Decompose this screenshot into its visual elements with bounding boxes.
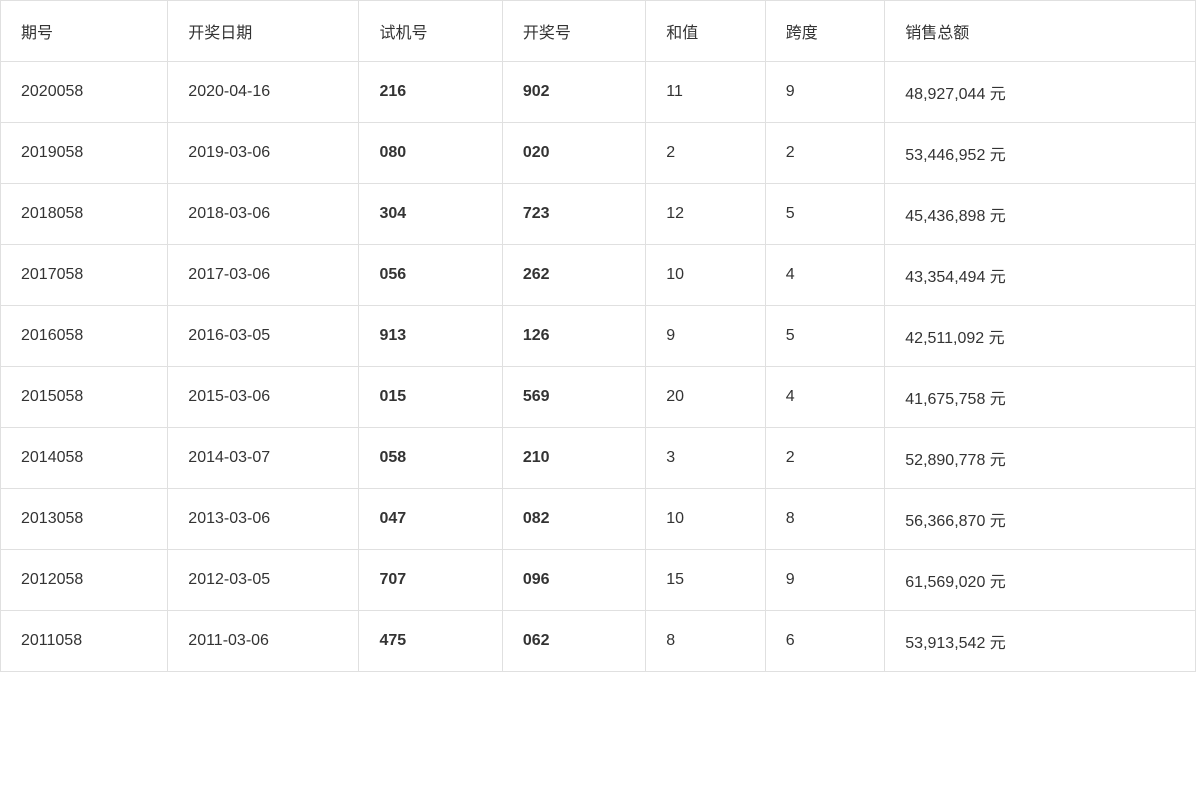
cell-hezhi: 8 xyxy=(646,611,766,672)
table-row: 20130582013-03-0604708210856,366,870 元 xyxy=(1,489,1196,550)
cell-qihao: 2019058 xyxy=(1,123,168,184)
cell-kaijanghao: 082 xyxy=(502,489,645,550)
cell-kaijanghao: 096 xyxy=(502,550,645,611)
cell-qihao: 2011058 xyxy=(1,611,168,672)
lottery-table: 期号 开奖日期 试机号 开奖号 和值 跨度 销售总额 20200582020-0… xyxy=(0,0,1196,672)
cell-shijihao: 047 xyxy=(359,489,502,550)
lottery-table-container: 期号 开奖日期 试机号 开奖号 和值 跨度 销售总额 20200582020-0… xyxy=(0,0,1196,786)
cell-xiaoshou: 52,890,778 元 xyxy=(885,428,1196,489)
cell-hezhi: 11 xyxy=(646,62,766,123)
cell-xiaoshou: 53,913,542 元 xyxy=(885,611,1196,672)
header-shijihao: 试机号 xyxy=(359,1,502,62)
table-row: 20120582012-03-0570709615961,569,020 元 xyxy=(1,550,1196,611)
header-kaijangriqi: 开奖日期 xyxy=(168,1,359,62)
table-row: 20140582014-03-070582103252,890,778 元 xyxy=(1,428,1196,489)
cell-xiaoshou: 61,569,020 元 xyxy=(885,550,1196,611)
cell-hezhi: 20 xyxy=(646,367,766,428)
cell-hezhi: 10 xyxy=(646,489,766,550)
cell-hezhi: 10 xyxy=(646,245,766,306)
cell-hezhi: 12 xyxy=(646,184,766,245)
cell-shijihao: 475 xyxy=(359,611,502,672)
cell-qihao: 2016058 xyxy=(1,306,168,367)
header-qihao: 期号 xyxy=(1,1,168,62)
cell-kuadu: 9 xyxy=(765,550,885,611)
cell-hezhi: 3 xyxy=(646,428,766,489)
cell-kaijanghao: 723 xyxy=(502,184,645,245)
cell-xiaoshou: 53,446,952 元 xyxy=(885,123,1196,184)
cell-kaijanghao: 062 xyxy=(502,611,645,672)
cell-hezhi: 2 xyxy=(646,123,766,184)
cell-kaijangriqi: 2018-03-06 xyxy=(168,184,359,245)
cell-kaijangriqi: 2014-03-07 xyxy=(168,428,359,489)
cell-kaijangriqi: 2017-03-06 xyxy=(168,245,359,306)
cell-kaijanghao: 020 xyxy=(502,123,645,184)
cell-shijihao: 056 xyxy=(359,245,502,306)
cell-kaijangriqi: 2012-03-05 xyxy=(168,550,359,611)
table-row: 20180582018-03-0630472312545,436,898 元 xyxy=(1,184,1196,245)
cell-kaijangriqi: 2015-03-06 xyxy=(168,367,359,428)
cell-kaijanghao: 902 xyxy=(502,62,645,123)
cell-kuadu: 5 xyxy=(765,306,885,367)
cell-kaijangriqi: 2020-04-16 xyxy=(168,62,359,123)
cell-xiaoshou: 48,927,044 元 xyxy=(885,62,1196,123)
table-row: 20170582017-03-0605626210443,354,494 元 xyxy=(1,245,1196,306)
cell-shijihao: 913 xyxy=(359,306,502,367)
cell-qihao: 2012058 xyxy=(1,550,168,611)
header-hezhi: 和值 xyxy=(646,1,766,62)
cell-hezhi: 9 xyxy=(646,306,766,367)
cell-kuadu: 4 xyxy=(765,367,885,428)
cell-xiaoshou: 56,366,870 元 xyxy=(885,489,1196,550)
table-row: 20110582011-03-064750628653,913,542 元 xyxy=(1,611,1196,672)
cell-shijihao: 080 xyxy=(359,123,502,184)
cell-kaijanghao: 569 xyxy=(502,367,645,428)
cell-xiaoshou: 42,511,092 元 xyxy=(885,306,1196,367)
cell-qihao: 2015058 xyxy=(1,367,168,428)
cell-shijihao: 304 xyxy=(359,184,502,245)
cell-xiaoshou: 41,675,758 元 xyxy=(885,367,1196,428)
cell-qihao: 2017058 xyxy=(1,245,168,306)
cell-qihao: 2020058 xyxy=(1,62,168,123)
cell-kaijangriqi: 2011-03-06 xyxy=(168,611,359,672)
cell-xiaoshou: 43,354,494 元 xyxy=(885,245,1196,306)
table-row: 20150582015-03-0601556920441,675,758 元 xyxy=(1,367,1196,428)
cell-hezhi: 15 xyxy=(646,550,766,611)
cell-kaijanghao: 126 xyxy=(502,306,645,367)
cell-shijihao: 058 xyxy=(359,428,502,489)
cell-kuadu: 4 xyxy=(765,245,885,306)
header-kaijanghao: 开奖号 xyxy=(502,1,645,62)
cell-shijihao: 707 xyxy=(359,550,502,611)
cell-kuadu: 5 xyxy=(765,184,885,245)
cell-shijihao: 015 xyxy=(359,367,502,428)
cell-kuadu: 6 xyxy=(765,611,885,672)
cell-kuadu: 2 xyxy=(765,123,885,184)
cell-qihao: 2013058 xyxy=(1,489,168,550)
cell-qihao: 2014058 xyxy=(1,428,168,489)
table-body: 20200582020-04-1621690211948,927,044 元20… xyxy=(1,62,1196,672)
cell-kuadu: 2 xyxy=(765,428,885,489)
cell-kaijanghao: 210 xyxy=(502,428,645,489)
table-header: 期号 开奖日期 试机号 开奖号 和值 跨度 销售总额 xyxy=(1,1,1196,62)
table-row: 20160582016-03-059131269542,511,092 元 xyxy=(1,306,1196,367)
cell-kaijangriqi: 2016-03-05 xyxy=(168,306,359,367)
header-xiaoshou: 销售总额 xyxy=(885,1,1196,62)
cell-kaijangriqi: 2013-03-06 xyxy=(168,489,359,550)
cell-kaijanghao: 262 xyxy=(502,245,645,306)
cell-kuadu: 8 xyxy=(765,489,885,550)
cell-kuadu: 9 xyxy=(765,62,885,123)
table-row: 20190582019-03-060800202253,446,952 元 xyxy=(1,123,1196,184)
table-row: 20200582020-04-1621690211948,927,044 元 xyxy=(1,62,1196,123)
header-row: 期号 开奖日期 试机号 开奖号 和值 跨度 销售总额 xyxy=(1,1,1196,62)
cell-xiaoshou: 45,436,898 元 xyxy=(885,184,1196,245)
header-kuadu: 跨度 xyxy=(765,1,885,62)
cell-qihao: 2018058 xyxy=(1,184,168,245)
cell-kaijangriqi: 2019-03-06 xyxy=(168,123,359,184)
cell-shijihao: 216 xyxy=(359,62,502,123)
